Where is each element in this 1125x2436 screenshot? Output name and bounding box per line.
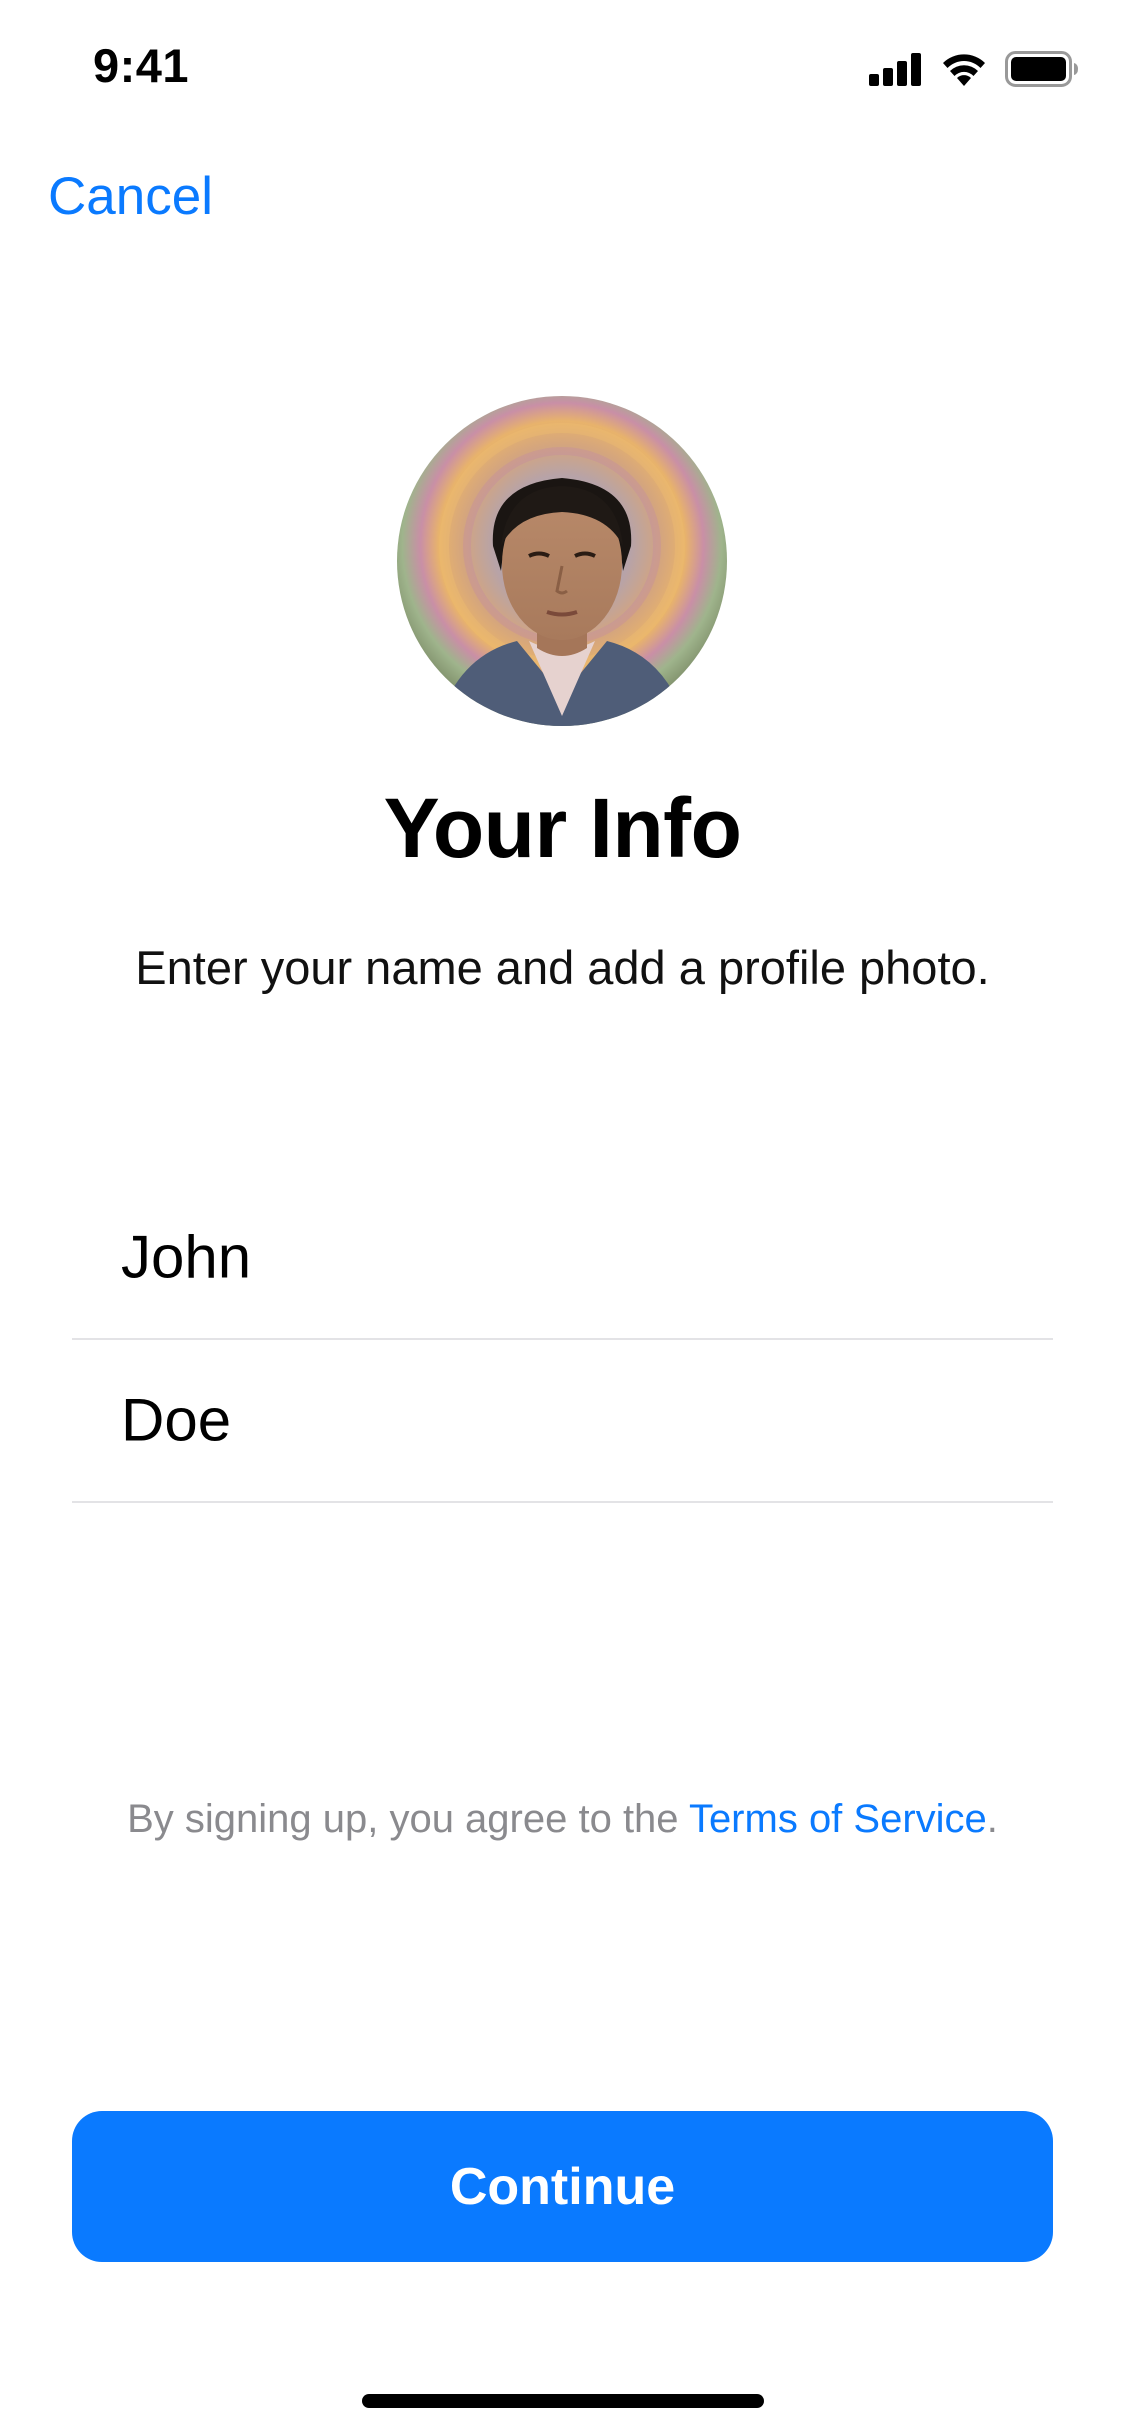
page-title: Your Info xyxy=(383,781,742,875)
continue-button[interactable]: Continue xyxy=(72,2111,1053,2262)
last-name-input[interactable] xyxy=(121,1385,1021,1455)
terms-notice: By signing up, you agree to the Terms of… xyxy=(0,1797,1125,1842)
wifi-icon xyxy=(943,54,985,86)
terms-of-service-link[interactable]: Terms of Service xyxy=(689,1797,987,1841)
terms-suffix: . xyxy=(986,1797,998,1841)
battery-icon xyxy=(1005,51,1078,87)
status-time: 9:41 xyxy=(93,39,190,92)
signal-icon xyxy=(869,53,921,86)
avatar[interactable] xyxy=(397,396,727,726)
last-name-field xyxy=(72,1339,1053,1503)
first-name-field xyxy=(72,1176,1053,1340)
first-name-input[interactable] xyxy=(121,1222,1021,1292)
status-icons xyxy=(869,49,1079,89)
terms-prefix: By signing up, you agree to the xyxy=(127,1797,689,1841)
cancel-button[interactable]: Cancel xyxy=(48,166,213,227)
profile-photo xyxy=(397,396,727,726)
status-bar: 9:41 xyxy=(0,0,1125,140)
home-indicator xyxy=(362,2394,764,2408)
page-subtitle: Enter your name and add a profile photo. xyxy=(135,941,990,994)
